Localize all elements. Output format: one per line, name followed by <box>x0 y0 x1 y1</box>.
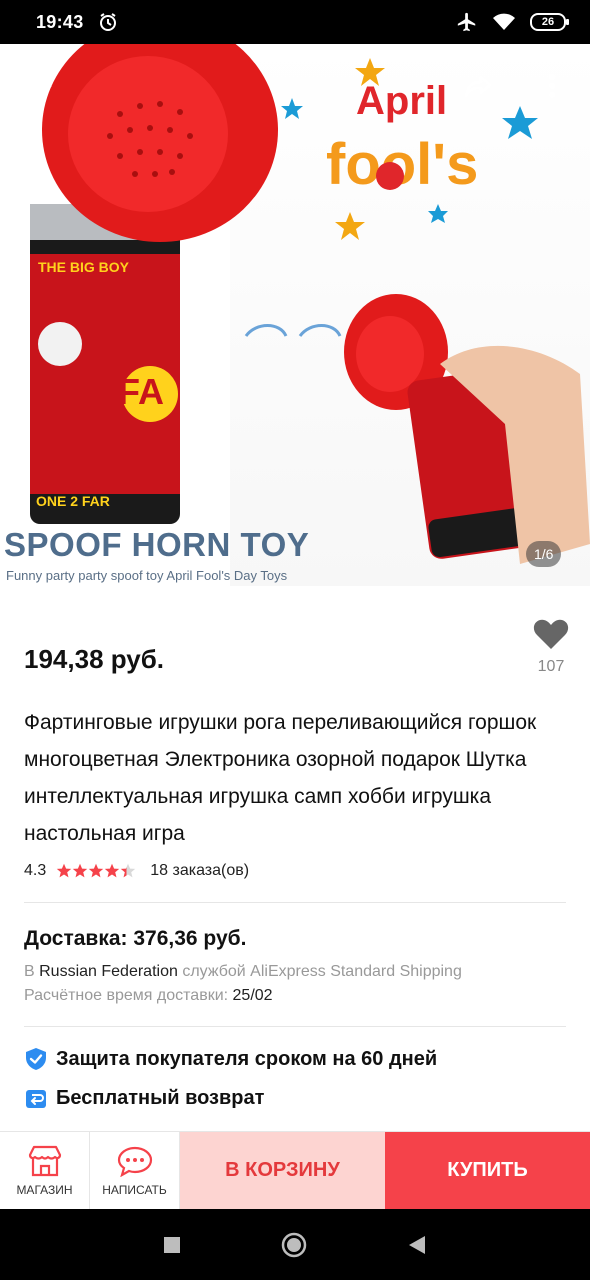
product-gallery[interactable]: FA THE BIG BOY ONE 2 FAR April fool's SP… <box>0 44 590 586</box>
product-title: Фартинговые игрушки рога переливающийся … <box>24 711 537 845</box>
store-label: МАГАЗИН <box>16 1182 73 1197</box>
orders-count: 18 заказа(ов) <box>150 862 250 879</box>
back-button[interactable] <box>20 66 60 106</box>
wifi-icon <box>493 13 515 30</box>
chat-icon <box>117 1146 152 1177</box>
battery-level: 26 <box>541 16 555 28</box>
message-label: НАПИСАТЬ <box>102 1182 167 1197</box>
system-nav-bar <box>0 1209 590 1280</box>
delivery-eta-date: 25/02 <box>232 987 273 1004</box>
rating-row: 4.3 18 заказа(ов) <box>24 862 249 880</box>
airplane-icon <box>457 12 476 32</box>
add-to-cart-button[interactable]: В КОРЗИНУ <box>180 1132 385 1209</box>
status-bar: 19:43 26 <box>0 0 590 44</box>
buy-now-button[interactable]: КУПИТЬ <box>385 1132 590 1209</box>
nav-recents-icon[interactable] <box>163 1236 181 1254</box>
gallery-subline: Funny party party spoof toy April Fool's… <box>6 568 288 583</box>
star-icon <box>105 863 120 878</box>
delivery-service: службой AliExpress Standard Shipping <box>177 963 462 980</box>
store-button[interactable]: МАГАЗИН <box>0 1132 90 1209</box>
delivery-eta: Расчётное время доставки: 25/02 <box>24 987 273 1005</box>
can-label-top: THE BIG BOY <box>38 259 130 275</box>
return-box-icon <box>26 1090 46 1108</box>
star-icon <box>57 863 72 878</box>
gallery-headline: SPOOF HORN TOY <box>4 526 310 563</box>
store-icon <box>28 1145 61 1176</box>
back-arrow-icon <box>29 76 52 96</box>
message-button[interactable]: НАПИСАТЬ <box>90 1132 180 1209</box>
delivery-prefix: В <box>24 963 40 980</box>
delivery-title[interactable]: Доставка: 376,36 руб. <box>24 927 246 951</box>
divider <box>24 1026 566 1027</box>
product-photo: FA THE BIG BOY ONE 2 FAR April fool's <box>30 44 590 564</box>
badge-line1: April <box>356 79 447 123</box>
star-icon <box>73 863 88 878</box>
alarm-icon <box>99 13 116 31</box>
favorite-button[interactable]: 107 <box>530 618 572 688</box>
rating-stars <box>56 863 136 879</box>
favorites-count: 107 <box>537 658 565 675</box>
share-button[interactable] <box>458 66 498 106</box>
can-label-bottom: ONE 2 FAR <box>36 493 110 509</box>
delivery-eta-label: Расчётное время доставки: <box>24 987 233 1004</box>
action-bar: МАГАЗИН НАПИСАТЬ В КОРЗИНУ КУПИТЬ <box>0 1131 590 1209</box>
badge-line2: fool's <box>326 132 478 197</box>
product-price: 194,38 руб. <box>24 644 165 674</box>
more-icon <box>549 74 555 98</box>
divider <box>24 902 566 903</box>
more-button[interactable] <box>532 66 572 106</box>
svg-text:FA: FA <box>118 371 164 412</box>
buyer-protection-label: Защита покупателя сроком на 60 дней <box>56 1047 438 1070</box>
rating-value: 4.3 <box>24 862 47 879</box>
battery-indicator: 26 <box>530 13 569 31</box>
nav-back-icon[interactable] <box>407 1235 427 1255</box>
star-icon <box>89 863 104 878</box>
free-returns-label: Бесплатный возврат <box>56 1086 265 1109</box>
share-icon <box>464 75 492 98</box>
delivery-route: В Russian Federation службой AliExpress … <box>24 963 462 981</box>
shield-icon <box>26 1048 46 1070</box>
heart-icon <box>533 619 569 649</box>
buyer-protection[interactable]: Защита покупателя сроком на 60 дней <box>24 1047 437 1071</box>
status-time: 19:43 <box>36 11 84 32</box>
free-returns[interactable]: Бесплатный возврат <box>24 1086 264 1110</box>
photo-counter: 1/6 <box>526 541 562 567</box>
star-half-icon <box>121 863 136 878</box>
nav-home-icon[interactable] <box>281 1232 307 1258</box>
delivery-country: Russian Federation <box>39 963 178 980</box>
